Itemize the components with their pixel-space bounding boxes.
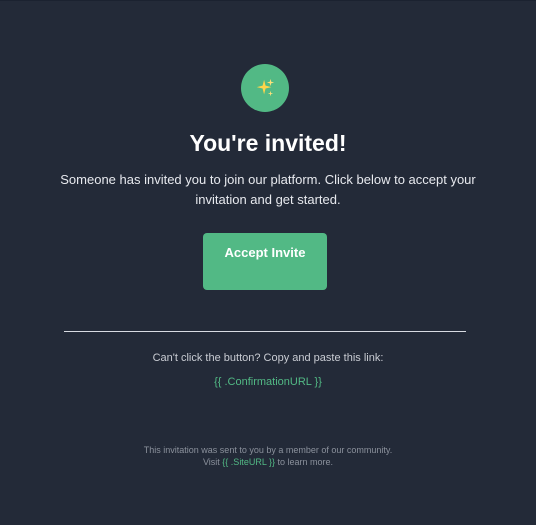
accept-invite-button[interactable]: Accept Invite <box>203 233 327 290</box>
site-url-link[interactable]: {{ .SiteURL }} <box>222 457 275 467</box>
confirmation-link[interactable]: {{ .ConfirmationURL }} <box>0 375 536 389</box>
fallback-text: Can't click the button? Copy and paste t… <box>152 352 384 364</box>
top-border <box>0 0 536 1</box>
footer-visit-prefix: Visit <box>202 457 220 467</box>
footer-line-1: This invitation was sent to you by a mem… <box>143 445 393 455</box>
footer-visit-suffix: to learn more. <box>277 457 334 467</box>
invitation-description: Someone has invited you to join our plat… <box>60 172 476 207</box>
page-title: You're invited! <box>189 130 347 156</box>
footer-line-2: Visit {{ .SiteURL }} to learn more. <box>0 456 536 468</box>
divider <box>64 331 466 332</box>
footer: This invitation was sent to you by a mem… <box>0 444 536 468</box>
email-canvas: You're invited! Someone has invited you … <box>0 0 536 525</box>
accept-invite-label: Accept Invite <box>224 245 306 260</box>
sparkles-icon <box>241 64 289 112</box>
